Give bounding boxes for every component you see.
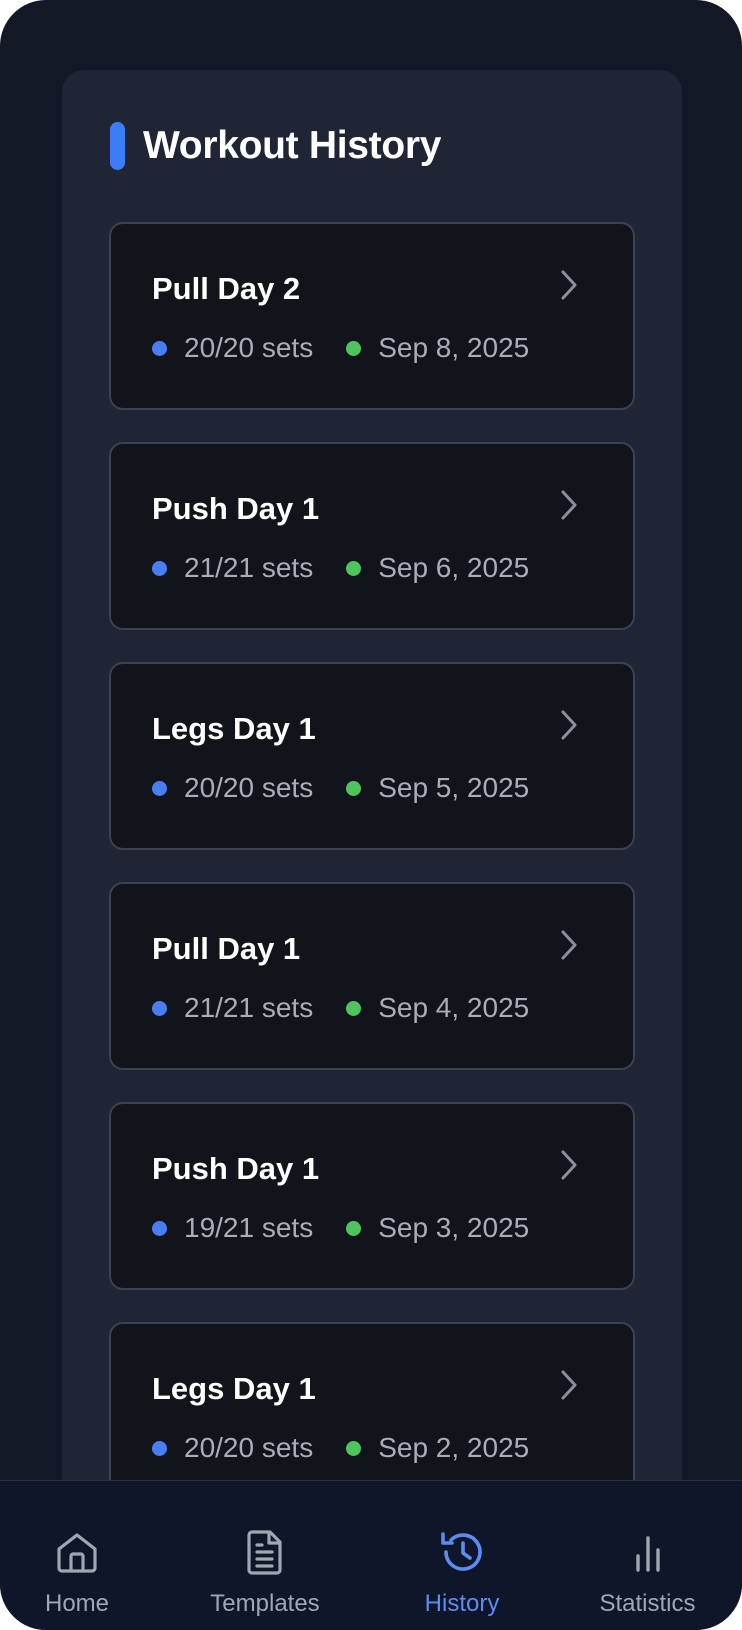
workout-meta: 20/20 sets Sep 5, 2025 [152, 772, 529, 804]
tab-home[interactable]: Home [27, 1481, 127, 1630]
workout-card[interactable]: Push Day 1 19/21 sets Sep 3, 2025 [109, 1102, 635, 1290]
workout-name: Push Day 1 [152, 1151, 320, 1186]
workout-card[interactable]: Pull Day 1 21/21 sets Sep 4, 2025 [109, 882, 635, 1070]
tab-label: Statistics [599, 1590, 696, 1617]
workout-card[interactable]: Legs Day 1 20/20 sets Sep 5, 2025 [109, 662, 635, 850]
workout-sets: 21/21 sets [184, 552, 314, 583]
workout-date: Sep 5, 2025 [378, 772, 530, 803]
workout-sets: 20/20 sets [184, 772, 314, 803]
bottom-tab-bar: Home Templates History Statistics [0, 1480, 742, 1630]
workout-meta: 19/21 sets Sep 3, 2025 [152, 1212, 529, 1244]
workout-sets: 21/21 sets [184, 992, 314, 1023]
tab-history[interactable]: History [407, 1481, 517, 1630]
date-status-dot [346, 1220, 362, 1236]
tab-label: Home [44, 1590, 110, 1617]
workout-sets: 20/20 sets [184, 1432, 314, 1463]
date-status-dot [346, 780, 362, 796]
workout-date: Sep 3, 2025 [378, 1212, 530, 1243]
workout-history-panel: Workout History Pull Day 2 20/20 sets Se… [62, 70, 682, 1630]
date-status-dot [346, 560, 362, 576]
page-title: Workout History [143, 124, 442, 167]
chevron-right-icon [561, 710, 577, 740]
sets-status-dot [152, 780, 167, 796]
workout-list: Pull Day 2 20/20 sets Sep 8, 2025 Push D… [109, 222, 635, 1542]
workout-name: Pull Day 1 [152, 931, 301, 966]
date-status-dot [346, 1000, 362, 1016]
date-status-dot [346, 1440, 362, 1456]
sets-status-dot [152, 1220, 167, 1236]
chevron-right-icon [561, 270, 577, 300]
date-status-dot [346, 340, 362, 356]
sets-status-dot [152, 340, 167, 356]
sets-status-dot [152, 1000, 167, 1016]
workout-card[interactable]: Pull Day 2 20/20 sets Sep 8, 2025 [109, 222, 635, 410]
chevron-right-icon [561, 1150, 577, 1180]
section-header: Workout History [110, 122, 441, 170]
workout-date: Sep 8, 2025 [378, 332, 530, 363]
tab-statistics[interactable]: Statistics [585, 1481, 710, 1630]
workout-sets: 19/21 sets [184, 1212, 314, 1243]
workout-name: Push Day 1 [152, 491, 320, 526]
chevron-right-icon [561, 490, 577, 520]
workout-meta: 21/21 sets Sep 6, 2025 [152, 552, 529, 584]
sets-status-dot [152, 1440, 167, 1456]
tab-templates[interactable]: Templates [195, 1481, 335, 1630]
workout-date: Sep 2, 2025 [378, 1432, 530, 1463]
workout-meta: 20/20 sets Sep 8, 2025 [152, 332, 529, 364]
workout-date: Sep 4, 2025 [378, 992, 530, 1023]
workout-date: Sep 6, 2025 [378, 552, 530, 583]
title-accent-bar [110, 122, 125, 170]
document-icon [247, 1530, 282, 1575]
workout-meta: 20/20 sets Sep 2, 2025 [152, 1432, 529, 1464]
tab-label: History [424, 1590, 500, 1617]
bar-chart-icon [635, 1536, 660, 1572]
workout-meta: 21/21 sets Sep 4, 2025 [152, 992, 529, 1024]
app-screen: Workout History Pull Day 2 20/20 sets Se… [0, 0, 742, 1630]
home-icon [57, 1533, 97, 1573]
workout-card[interactable]: Push Day 1 21/21 sets Sep 6, 2025 [109, 442, 635, 630]
chevron-right-icon [561, 930, 577, 960]
sets-status-dot [152, 560, 167, 576]
chevron-right-icon [561, 1370, 577, 1400]
workout-sets: 20/20 sets [184, 332, 314, 363]
history-clock-icon [441, 1532, 482, 1571]
workout-name: Legs Day 1 [152, 1371, 316, 1406]
tab-label: Templates [210, 1590, 320, 1617]
workout-name: Pull Day 2 [152, 271, 301, 306]
workout-name: Legs Day 1 [152, 711, 316, 746]
